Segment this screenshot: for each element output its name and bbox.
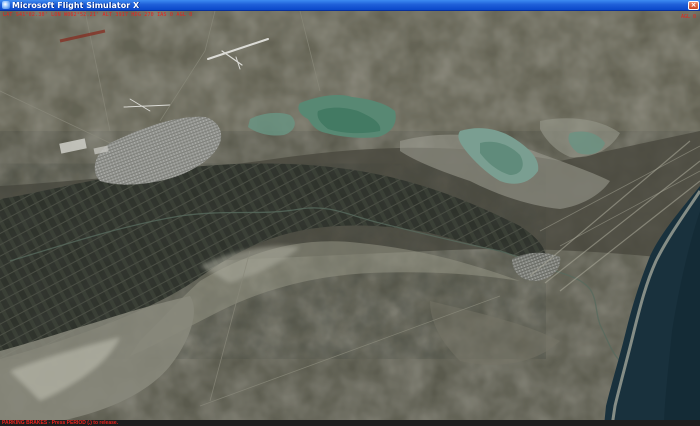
- scenery-viewport[interactable]: LAT S41°02.30' LON W062°52.21' ALT 3917 …: [0, 11, 700, 426]
- fsx-window: Microsoft Flight Simulator X × LAT S41°0…: [0, 0, 700, 426]
- hud-status-right: AGL 0: [680, 14, 696, 20]
- fsx-app-icon[interactable]: [2, 1, 10, 9]
- satellite-terrain: [0, 11, 700, 426]
- message-bar: PARKING BRAKES - Press PERIOD (.) to rel…: [0, 420, 700, 426]
- hud-status-line: LAT S41°02.30' LON W062°52.21' ALT 3917 …: [3, 12, 193, 18]
- close-button[interactable]: ×: [688, 1, 699, 10]
- window-title: Microsoft Flight Simulator X: [12, 1, 140, 10]
- parking-brake-message: PARKING BRAKES - Press PERIOD (.) to rel…: [2, 420, 119, 426]
- close-icon: ×: [690, 1, 697, 9]
- title-bar[interactable]: Microsoft Flight Simulator X ×: [0, 0, 700, 11]
